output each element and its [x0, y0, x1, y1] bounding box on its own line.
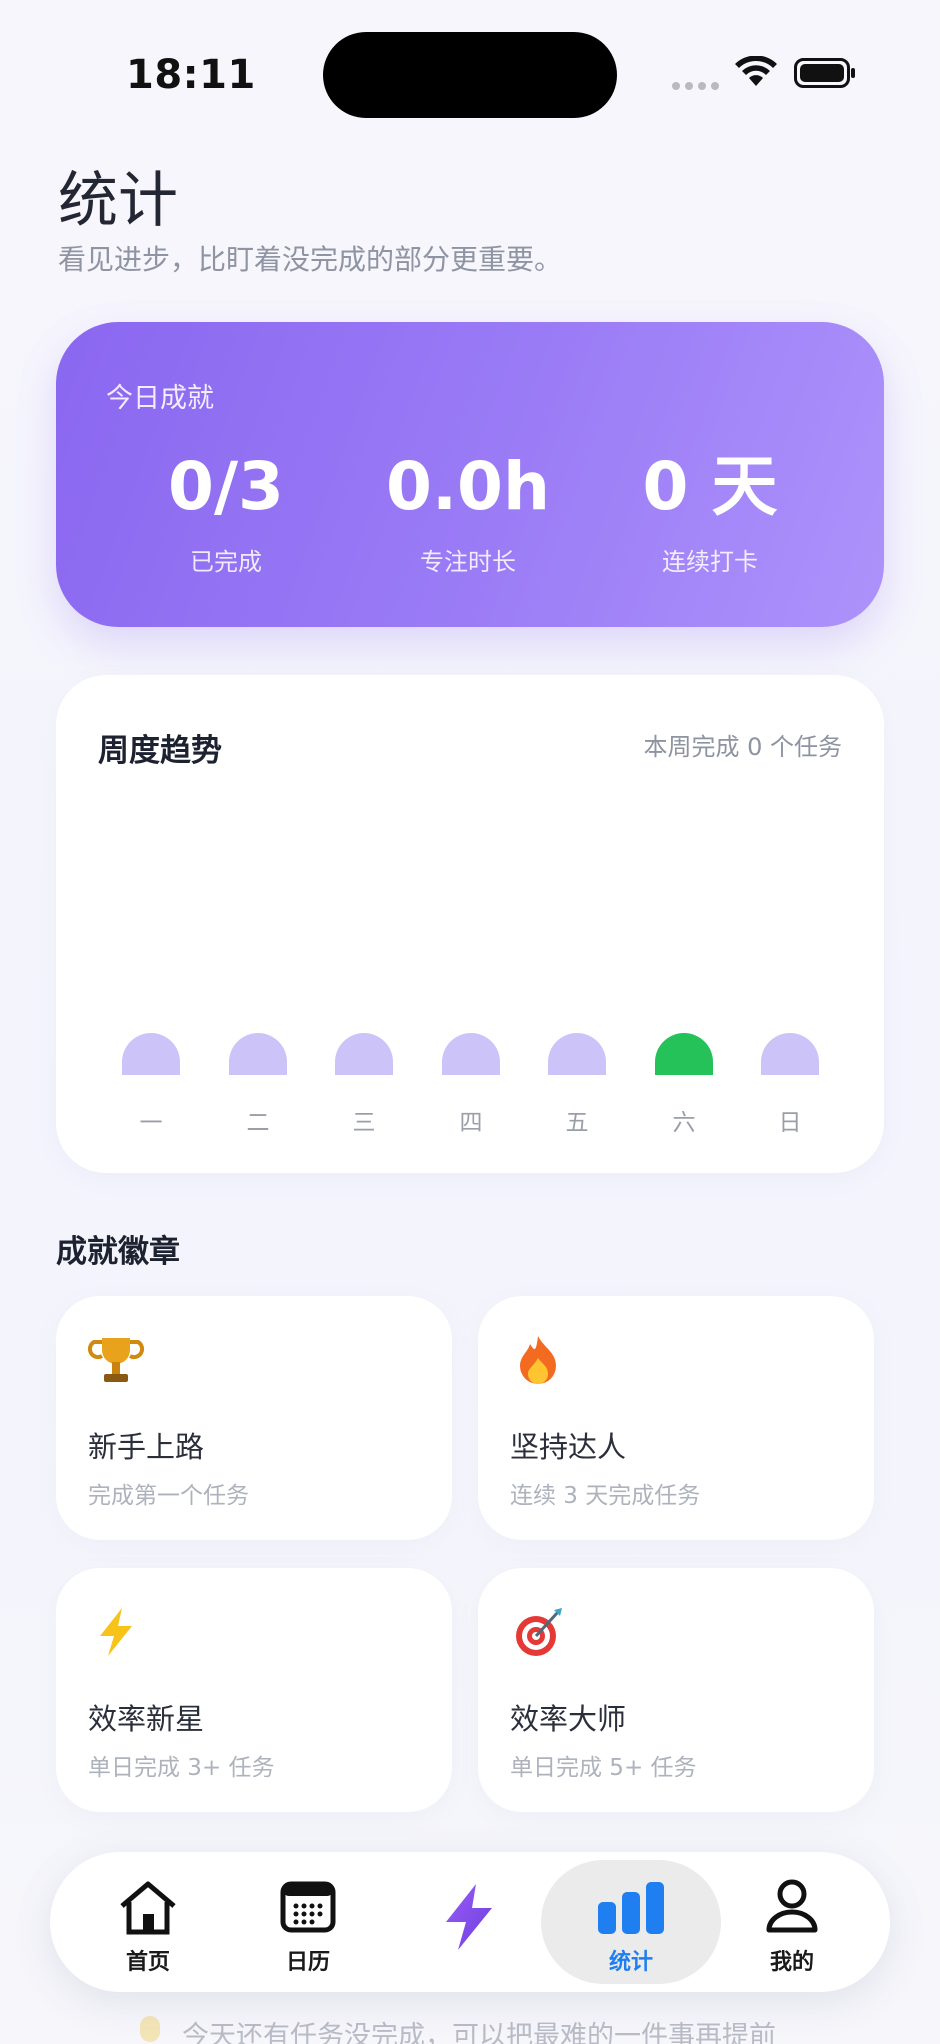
target-icon	[516, 1608, 562, 1656]
tab-label: 日历	[285, 1950, 330, 1975]
stat-completed: 0/3 已完成	[106, 454, 346, 577]
page-subtitle: 看见进步，比盯着没完成的部分更重要。	[58, 243, 563, 276]
badge-desc: 单日完成 3+ 任务	[88, 1755, 275, 1781]
home-icon	[120, 1881, 176, 1935]
badge-desc: 连续 3 天完成任务	[510, 1483, 701, 1509]
trophy-icon	[88, 1338, 144, 1382]
tab-label: 统计	[608, 1950, 653, 1975]
lightning-icon	[446, 1884, 492, 1950]
weekday-label: 二	[246, 1110, 270, 1136]
today-card-title: 今日成就	[106, 383, 214, 414]
stat-focus-time-value: 0.0h	[386, 448, 550, 525]
weekly-bar-3	[442, 1033, 500, 1075]
badges-section-title: 成就徽章	[56, 1234, 180, 1270]
badge-name: 新手上路	[88, 1430, 205, 1464]
weekday-label: 六	[672, 1110, 696, 1136]
stat-streak: 0 天 连续打卡	[590, 454, 830, 577]
signal-dots-icon	[672, 82, 719, 90]
badge-card-efficiency-star[interactable]: 效率新星 单日完成 3+ 任务	[56, 1568, 452, 1812]
stat-streak-value: 0 天	[642, 448, 778, 525]
weekday-label: 四	[459, 1110, 483, 1136]
badge-name: 效率新星	[88, 1702, 205, 1736]
badge-desc: 完成第一个任务	[88, 1483, 249, 1509]
stat-completed-value: 0/3	[168, 448, 284, 525]
stat-streak-label: 连续打卡	[662, 548, 758, 576]
weekday-label: 一	[139, 1110, 163, 1136]
wifi-icon	[735, 56, 777, 86]
weekly-bar-6	[761, 1033, 819, 1075]
status-time: 18:11	[126, 52, 256, 98]
weekday-label: 三	[352, 1110, 376, 1136]
weekday-label: 五	[565, 1110, 589, 1136]
tab-label: 首页	[125, 1950, 170, 1975]
weekly-bar-0	[122, 1033, 180, 1075]
stat-completed-label: 已完成	[190, 548, 262, 576]
weekly-bar-1	[229, 1033, 287, 1075]
calendar-icon	[280, 1881, 336, 1933]
weekday-label: 日	[778, 1110, 802, 1136]
tab-quick-action[interactable]	[383, 1852, 553, 1992]
dynamic-island	[323, 32, 617, 118]
badge-name: 坚持达人	[510, 1430, 627, 1464]
badge-desc: 单日完成 5+ 任务	[510, 1755, 697, 1781]
weekly-trend-card: 周度趋势 本周完成 0 个任务 一二三四五六日	[56, 675, 884, 1173]
badge-card-streak[interactable]: 坚持达人 连续 3 天完成任务	[478, 1296, 874, 1540]
weekly-bar-4	[548, 1033, 606, 1075]
tab-profile[interactable]: 我的	[707, 1852, 877, 1992]
person-icon	[766, 1879, 818, 1933]
today-achievement-card: 今日成就 0/3 已完成 0.0h 专注时长 0 天 连续打卡	[56, 322, 884, 627]
page-title: 统计	[58, 166, 178, 236]
fire-icon	[520, 1336, 556, 1384]
stats-screen: 18:11 统计 看见进步，比盯着没完成的部分更重要。 今日成就 0/3 已完成…	[0, 0, 940, 2044]
tab-label: 我的	[769, 1950, 814, 1975]
badge-card-efficiency-master[interactable]: 效率大师 单日完成 5+ 任务	[478, 1568, 874, 1812]
bar-chart-icon	[598, 1882, 664, 1934]
weekly-bar-2	[335, 1033, 393, 1075]
weekly-bar-chart: 一二三四五六日	[56, 675, 884, 1173]
lightbulb-icon	[140, 2016, 160, 2042]
tab-calendar[interactable]: 日历	[223, 1852, 393, 1992]
battery-icon	[794, 58, 855, 88]
tip-text: 今天还有任务没完成，可以把最难的一件事再提前	[182, 2021, 776, 2044]
stat-focus-time: 0.0h 专注时长	[348, 454, 588, 577]
tab-stats[interactable]: 统计	[546, 1852, 716, 1992]
lightning-icon	[100, 1608, 132, 1656]
weekly-bar-5	[655, 1033, 713, 1075]
tab-home[interactable]: 首页	[63, 1852, 233, 1992]
badge-card-first-task[interactable]: 新手上路 完成第一个任务	[56, 1296, 452, 1540]
stat-focus-time-label: 专注时长	[420, 548, 516, 576]
tab-bar: 首页 日历 统计 我的	[50, 1852, 890, 1992]
badge-name: 效率大师	[510, 1702, 627, 1736]
